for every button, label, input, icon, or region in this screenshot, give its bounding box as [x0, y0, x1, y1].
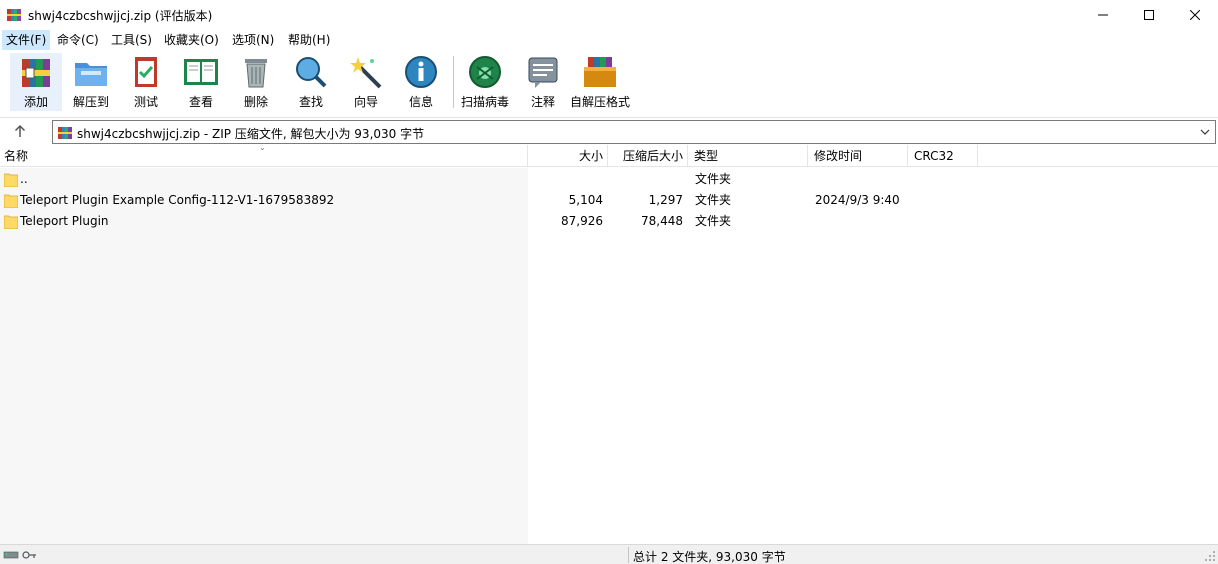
file-modified: 2024/9/3 9:40	[815, 193, 900, 207]
folder-icon	[4, 215, 18, 229]
file-packed: 1,297	[648, 193, 683, 207]
maximize-button[interactable]	[1126, 0, 1172, 30]
address-path: shwj4czbcshwjjcj.zip - ZIP 压缩文件, 解包大小为 9…	[77, 127, 425, 141]
menu-bar: 文件(F) 命令(C) 工具(S) 收藏夹(O) 选项(N) 帮助(H)	[0, 30, 1218, 50]
winrar-app-icon	[7, 9, 21, 21]
column-type[interactable]: 类型	[688, 145, 808, 167]
status-separator	[628, 547, 629, 563]
virus-scan-label: 扫描病毒	[460, 95, 509, 109]
find-label: 查找	[298, 95, 323, 109]
view-icon	[184, 59, 218, 85]
column-header: 名称 ⌄ 大小 压缩后大小 类型 修改时间 CRC32	[0, 143, 1218, 167]
column-packed[interactable]: 压缩后大小	[608, 145, 688, 167]
column-modified[interactable]: 修改时间	[808, 145, 908, 167]
info-label: 信息	[408, 95, 433, 109]
file-name: Teleport Plugin	[20, 214, 109, 228]
resize-grip-icon[interactable]	[1204, 550, 1216, 562]
window-title: shwj4czbcshwjjcj.zip (评估版本)	[28, 9, 213, 23]
delete-icon	[245, 59, 267, 88]
folder-icon	[4, 194, 18, 208]
sort-caret-icon: ⌄	[259, 143, 266, 152]
find-icon	[296, 57, 327, 88]
address-field[interactable]: shwj4czbcshwjjcj.zip - ZIP 压缩文件, 解包大小为 9…	[52, 120, 1216, 144]
menu-tools[interactable]: 工具(S)	[107, 30, 156, 50]
toolbar-separator	[453, 56, 454, 108]
file-name: Teleport Plugin Example Config-112-V1-16…	[20, 193, 335, 207]
drive-key-icon	[3, 551, 36, 559]
delete-button[interactable]: 删除	[230, 53, 282, 111]
info-button[interactable]: 信息	[395, 53, 447, 111]
sfx-button[interactable]: 自解压格式	[570, 53, 630, 111]
wizard-label: 向导	[353, 95, 378, 109]
menu-help[interactable]: 帮助(H)	[284, 30, 334, 50]
virus-scan-icon	[469, 56, 501, 88]
comment-button[interactable]: 注释	[517, 53, 569, 111]
delete-label: 删除	[243, 95, 268, 109]
file-size: 87,926	[561, 214, 603, 228]
close-button[interactable]	[1172, 0, 1218, 30]
maximize-icon	[1144, 10, 1154, 20]
address-bar: shwj4czbcshwjjcj.zip - ZIP 压缩文件, 解包大小为 9…	[0, 117, 1218, 145]
table-row[interactable]: .. 文件夹	[0, 169, 1218, 190]
extract-to-label: 解压到	[72, 95, 109, 109]
minimize-icon	[1098, 14, 1108, 16]
up-folder-button[interactable]	[10, 122, 30, 140]
view-button[interactable]: 查看	[175, 53, 227, 111]
menu-file[interactable]: 文件(F)	[2, 30, 51, 50]
winrar-window: shwj4czbcshwjjcj.zip (评估版本) 文件(F) 命令(C) …	[0, 0, 1218, 564]
extract-to-button[interactable]: 解压到	[65, 53, 117, 111]
toolbar: 添加 解压到 测试 查看 删除 查找 向导 信息 扫描病毒 注释 自解压格式	[0, 50, 1218, 116]
test-button[interactable]: 测试	[120, 53, 172, 111]
file-type: 文件夹	[695, 214, 732, 228]
comment-icon	[528, 57, 558, 88]
file-size	[528, 169, 603, 190]
column-crc[interactable]: CRC32	[908, 145, 978, 167]
table-row[interactable]: Teleport Plugin Example Config-112-V1-16…	[0, 190, 1218, 211]
menu-command[interactable]: 命令(C)	[53, 30, 103, 50]
title-bar: shwj4czbcshwjjcj.zip (评估版本)	[0, 0, 1218, 30]
file-packed	[608, 169, 683, 190]
virus-scan-button[interactable]: 扫描病毒	[459, 53, 511, 111]
add-archive-icon	[22, 59, 50, 87]
wizard-icon	[350, 57, 382, 89]
minimize-button[interactable]	[1080, 0, 1126, 30]
table-row[interactable]: Teleport Plugin 87,926 78,448 文件夹	[0, 211, 1218, 232]
status-bar: 总计 2 文件夹, 93,030 字节	[0, 544, 1218, 564]
arrow-up-icon	[14, 124, 26, 137]
file-size: 5,104	[568, 193, 603, 207]
test-label: 测试	[133, 95, 158, 109]
file-type: 文件夹	[695, 193, 732, 207]
sfx-icon	[584, 57, 616, 87]
wizard-button[interactable]: 向导	[340, 53, 392, 111]
comment-label: 注释	[530, 95, 555, 109]
view-label: 查看	[188, 95, 213, 109]
column-size[interactable]: 大小	[528, 145, 608, 167]
file-packed: 78,448	[641, 214, 683, 228]
folder-icon	[4, 173, 18, 187]
status-summary: 总计 2 文件夹, 93,030 字节	[633, 550, 786, 564]
info-icon	[405, 56, 437, 88]
extract-to-icon	[75, 63, 107, 86]
add-label: 添加	[23, 95, 48, 109]
find-button[interactable]: 查找	[285, 53, 337, 111]
menu-favorites[interactable]: 收藏夹(O)	[160, 30, 223, 50]
file-type: 文件夹	[695, 172, 732, 186]
close-icon	[1190, 10, 1200, 20]
archive-icon	[58, 127, 72, 139]
menu-options[interactable]: 选项(N)	[228, 30, 278, 50]
file-name: ..	[20, 172, 28, 186]
chevron-down-icon[interactable]	[1199, 125, 1211, 139]
test-icon	[135, 57, 157, 87]
sfx-label: 自解压格式	[570, 95, 631, 109]
add-button[interactable]: 添加	[10, 53, 62, 111]
